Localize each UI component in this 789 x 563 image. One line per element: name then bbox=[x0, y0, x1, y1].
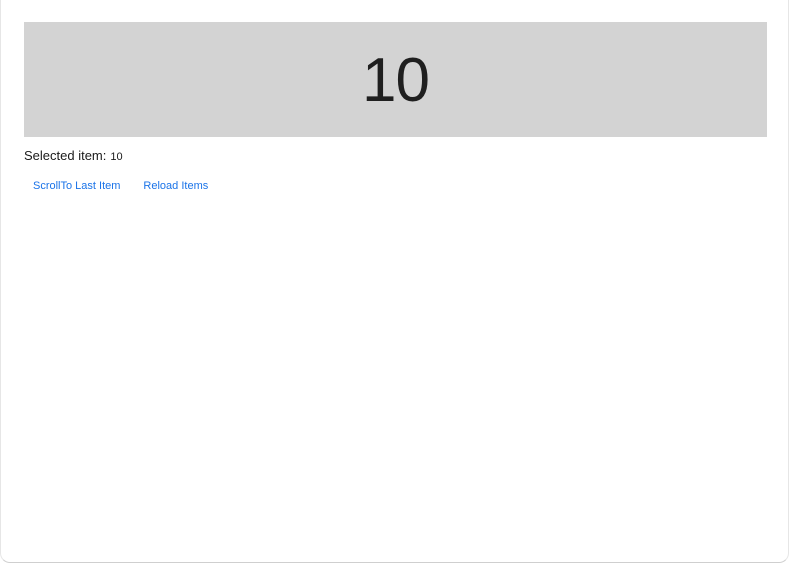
action-buttons: ScrollTo Last Item Reload Items bbox=[33, 180, 208, 192]
carousel-view[interactable]: 10 bbox=[24, 22, 767, 137]
reload-items-button[interactable]: Reload Items bbox=[143, 180, 208, 192]
carousel-item-label: 10 bbox=[362, 45, 430, 115]
selected-item-value: 10 bbox=[110, 151, 123, 163]
selected-item-row: Selected item: 10 bbox=[24, 148, 123, 163]
selected-item-label: Selected item: bbox=[24, 148, 107, 163]
scroll-to-last-item-button[interactable]: ScrollTo Last Item bbox=[33, 180, 120, 192]
app-window: 10 Selected item: 10 ScrollTo Last Item … bbox=[0, 0, 789, 563]
